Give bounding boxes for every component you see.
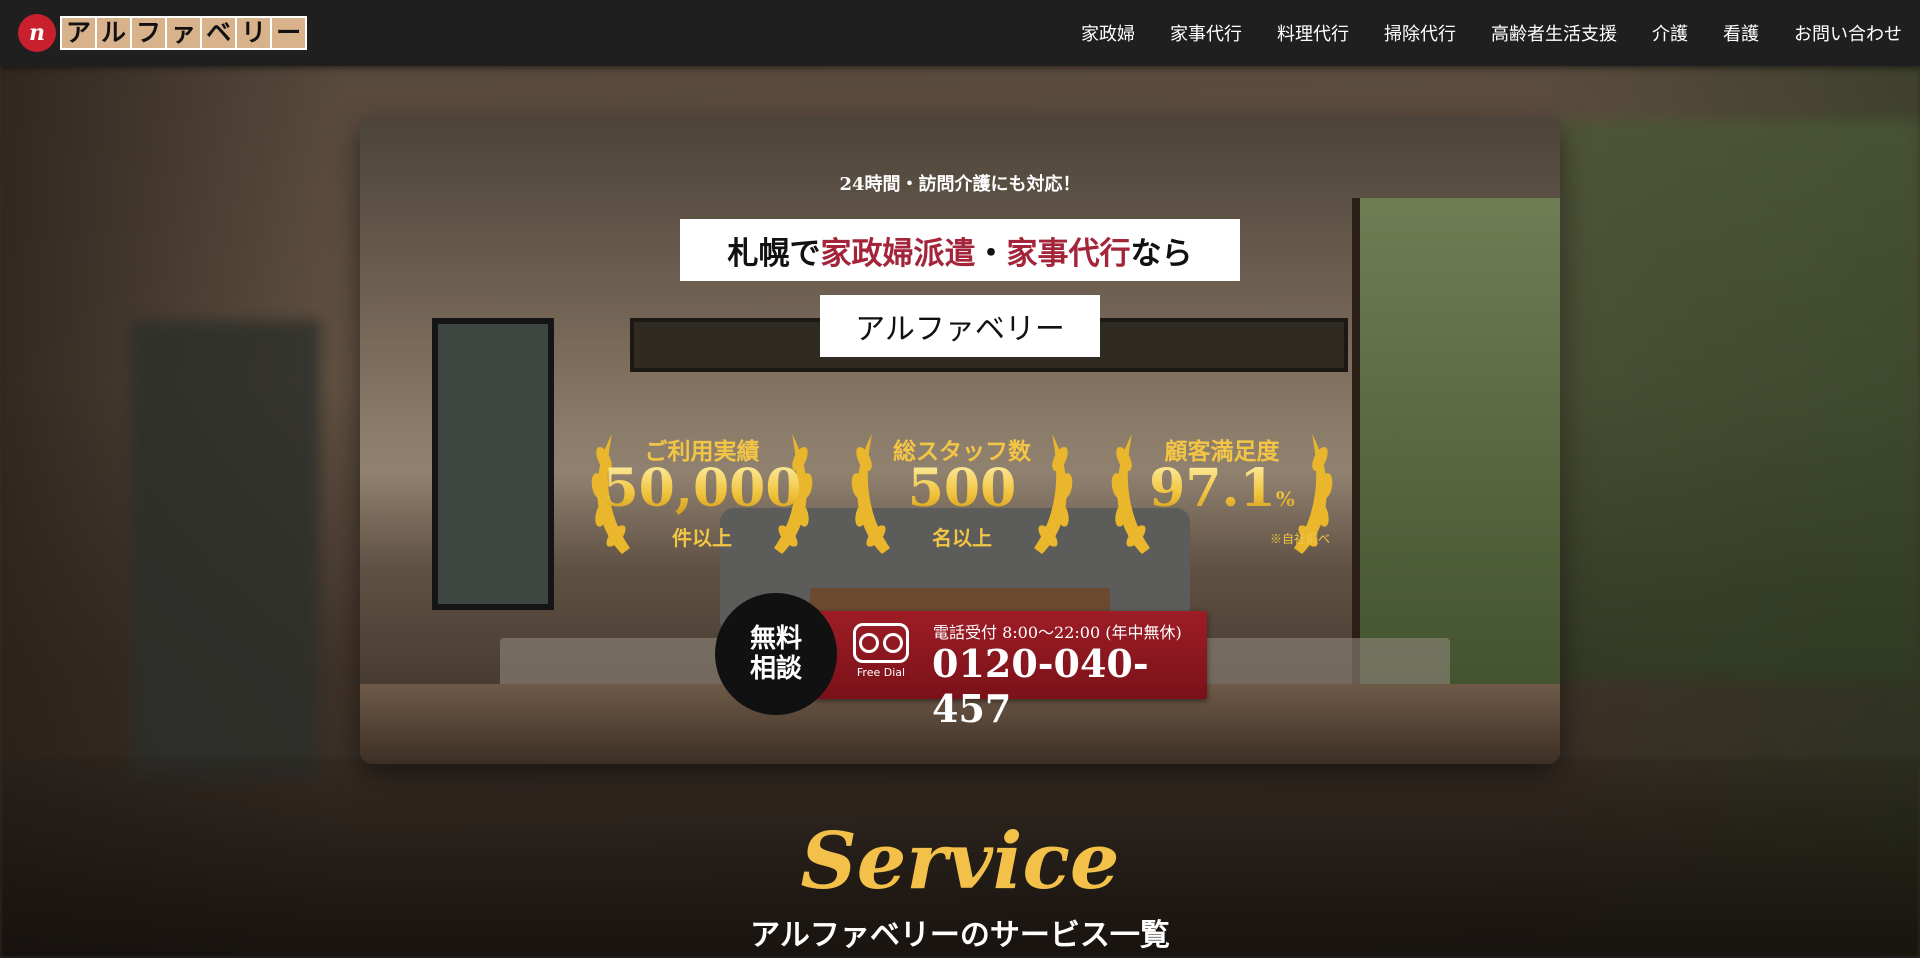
stat-value: 500	[842, 458, 1082, 519]
freedial-icon	[853, 623, 909, 663]
phone-hours: 電話受付 8:00～22:00 (年中無休)	[933, 623, 1182, 642]
stat-sub: 件以上	[672, 526, 732, 550]
freedial-logo: Free Dial	[851, 623, 911, 687]
site-header: n ア ル フ ァ ベ リ ー 家政婦 家事代行 料理代行 掃除代行 高齢者生活…	[0, 0, 1920, 66]
freedial-label: Free Dial	[856, 666, 906, 679]
stat-staff: 総スタッフ数 500 名以上	[842, 414, 1082, 564]
logo-char: ー	[272, 18, 306, 48]
stats-row: ご利用実績 50,000 件以上 総スタッフ数 500 名以上 顧客満足度 97…	[582, 414, 1342, 564]
nav-link-housework[interactable]: 家事代行	[1170, 20, 1242, 46]
nav-link-contact[interactable]: お問い合わせ	[1794, 20, 1902, 46]
nav-link-nursing[interactable]: 看護	[1723, 20, 1759, 46]
stat-value: 97.1%	[1102, 458, 1342, 519]
phone-number: 0120-040-457	[932, 641, 1149, 731]
main-nav: 家政婦 家事代行 料理代行 掃除代行 高齢者生活支援 介護 看護 お問い合わせ	[1081, 0, 1902, 66]
nav-link-elderly-support[interactable]: 高齢者生活支援	[1491, 20, 1617, 46]
stat-note: ※自社調べ	[1269, 532, 1330, 546]
stat-number: 97.1	[1149, 458, 1276, 519]
logo-char: フ	[132, 18, 166, 48]
service-section-title: Service	[800, 816, 1120, 907]
hero-title: 札幌で 家政婦派遣 ・ 家事代行 なら	[680, 219, 1240, 281]
title-suffix: なら	[1130, 235, 1193, 272]
hero-banner: 24時間・訪問介護にも対応！ 札幌で 家政婦派遣 ・ 家事代行 なら アルファベ…	[360, 118, 1560, 764]
service-section-subtitle: アルファベリーのサービス一覧	[750, 918, 1170, 953]
logo-char: ァ	[167, 18, 201, 48]
stat-sub: 名以上	[932, 526, 992, 550]
free-consultation-badge: 無料 相談	[715, 593, 837, 715]
title-accent-kajidaiko: 家事代行	[1006, 235, 1131, 272]
title-accent-kaseifu: 家政婦派遣	[820, 235, 976, 272]
nav-link-cooking[interactable]: 料理代行	[1277, 20, 1349, 46]
nav-link-kaseifu[interactable]: 家政婦	[1081, 20, 1135, 46]
nav-link-care[interactable]: 介護	[1652, 20, 1688, 46]
stat-unit: %	[1275, 487, 1295, 511]
title-separator: ・	[975, 235, 1007, 272]
hero-doorway	[432, 318, 554, 610]
logo-char: ア	[62, 18, 96, 48]
title-prefix: 札幌で	[727, 235, 821, 272]
hero-tagline: 24時間・訪問介護にも対応！	[839, 174, 1081, 195]
logo-char: ベ	[202, 18, 236, 48]
badge-line-1: 無料	[749, 624, 802, 654]
background-door	[130, 320, 320, 780]
free-consultation-cta[interactable]: 無料 相談 Free Dial 電話受付 8:00～22:00 (年中無休) 0…	[715, 593, 1207, 731]
stat-usage: ご利用実績 50,000 件以上	[582, 414, 822, 564]
hero-company-name: アルファベリー	[820, 295, 1100, 357]
badge-line-2: 相談	[749, 654, 802, 684]
stat-value: 50,000	[582, 458, 822, 519]
logo-text: ア ル フ ァ ベ リ ー	[60, 16, 308, 50]
stat-satisfaction: 顧客満足度 97.1% ※自社調べ	[1102, 414, 1342, 564]
phone-call-button[interactable]: Free Dial 電話受付 8:00～22:00 (年中無休) 0120-04…	[815, 611, 1207, 731]
site-logo[interactable]: n ア ル フ ァ ベ リ ー	[18, 14, 308, 52]
logo-char: リ	[237, 18, 271, 48]
nav-link-cleaning[interactable]: 掃除代行	[1384, 20, 1456, 46]
logo-mark-icon: n	[18, 14, 56, 52]
logo-char: ル	[97, 18, 131, 48]
background-window	[1560, 120, 1920, 680]
